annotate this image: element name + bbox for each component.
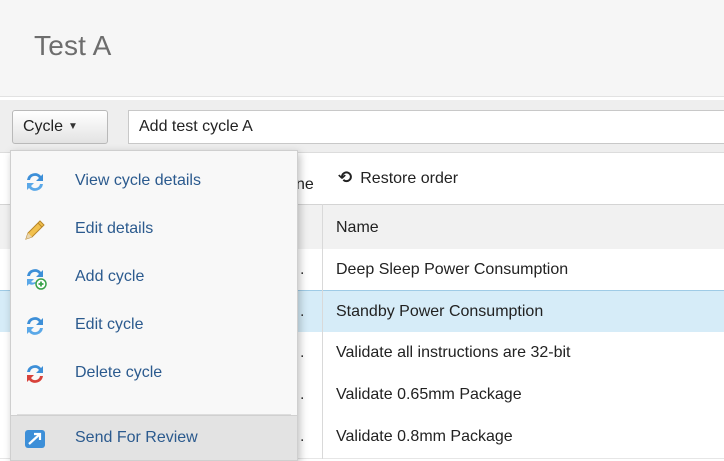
menu-item-label: Delete cycle (75, 364, 163, 381)
row-name: Validate 0.65mm Package (336, 386, 522, 403)
cycle-menu-button[interactable]: Cycle ▼ (12, 110, 108, 144)
menu-item-view-cycle-details[interactable]: View cycle details (11, 159, 297, 203)
column-header-name[interactable]: Name (336, 219, 379, 237)
column-divider (322, 204, 323, 459)
row-name: Validate all instructions are 32-bit (336, 344, 571, 361)
menu-item-send-for-review[interactable]: Send For Review (11, 415, 297, 460)
menu-item-edit-details[interactable]: Edit details (11, 207, 297, 251)
page-title: Test A (34, 30, 112, 61)
undo-arrow-icon: ⟲ (338, 168, 353, 187)
cycle-name-input[interactable] (128, 110, 724, 144)
row-marker: . (300, 344, 305, 361)
menu-item-label: View cycle details (75, 172, 201, 189)
row-marker: . (300, 303, 305, 320)
cycle-view-icon (23, 170, 47, 194)
menu-item-delete-cycle[interactable]: Delete cycle (11, 351, 297, 395)
title-bar: Test A (0, 0, 724, 97)
menu-item-label: Add cycle (75, 268, 145, 285)
row-name: Validate 0.8mm Package (336, 428, 513, 445)
pencil-icon (23, 218, 47, 242)
menu-item-label: Edit cycle (75, 316, 144, 333)
cycle-delete-icon (23, 362, 47, 386)
cycle-add-icon (23, 266, 47, 290)
menu-item-add-cycle[interactable]: Add cycle (11, 255, 297, 299)
row-name: Deep Sleep Power Consumption (336, 261, 569, 278)
menu-item-label: Edit details (75, 220, 154, 237)
row-marker: . (300, 261, 305, 278)
menu-item-edit-cycle[interactable]: Edit cycle (11, 303, 297, 347)
menu-item-label: Send For Review (75, 429, 198, 446)
row-marker: . (300, 428, 305, 445)
partial-toolbar-label: ne (296, 176, 314, 193)
cycle-dropdown-menu: View cycle details Edit details Add cycl… (10, 150, 298, 461)
caret-down-icon: ▼ (68, 121, 78, 132)
cycle-button-label: Cycle (23, 118, 64, 135)
restore-order-button[interactable]: ⟲ Restore order (338, 168, 458, 188)
restore-order-label: Restore order (360, 170, 459, 187)
row-name: Standby Power Consumption (336, 303, 544, 320)
send-review-icon (23, 427, 47, 451)
row-marker: . (300, 386, 305, 403)
toolbar: Cycle ▼ (0, 100, 724, 153)
cycle-edit-icon (23, 314, 47, 338)
